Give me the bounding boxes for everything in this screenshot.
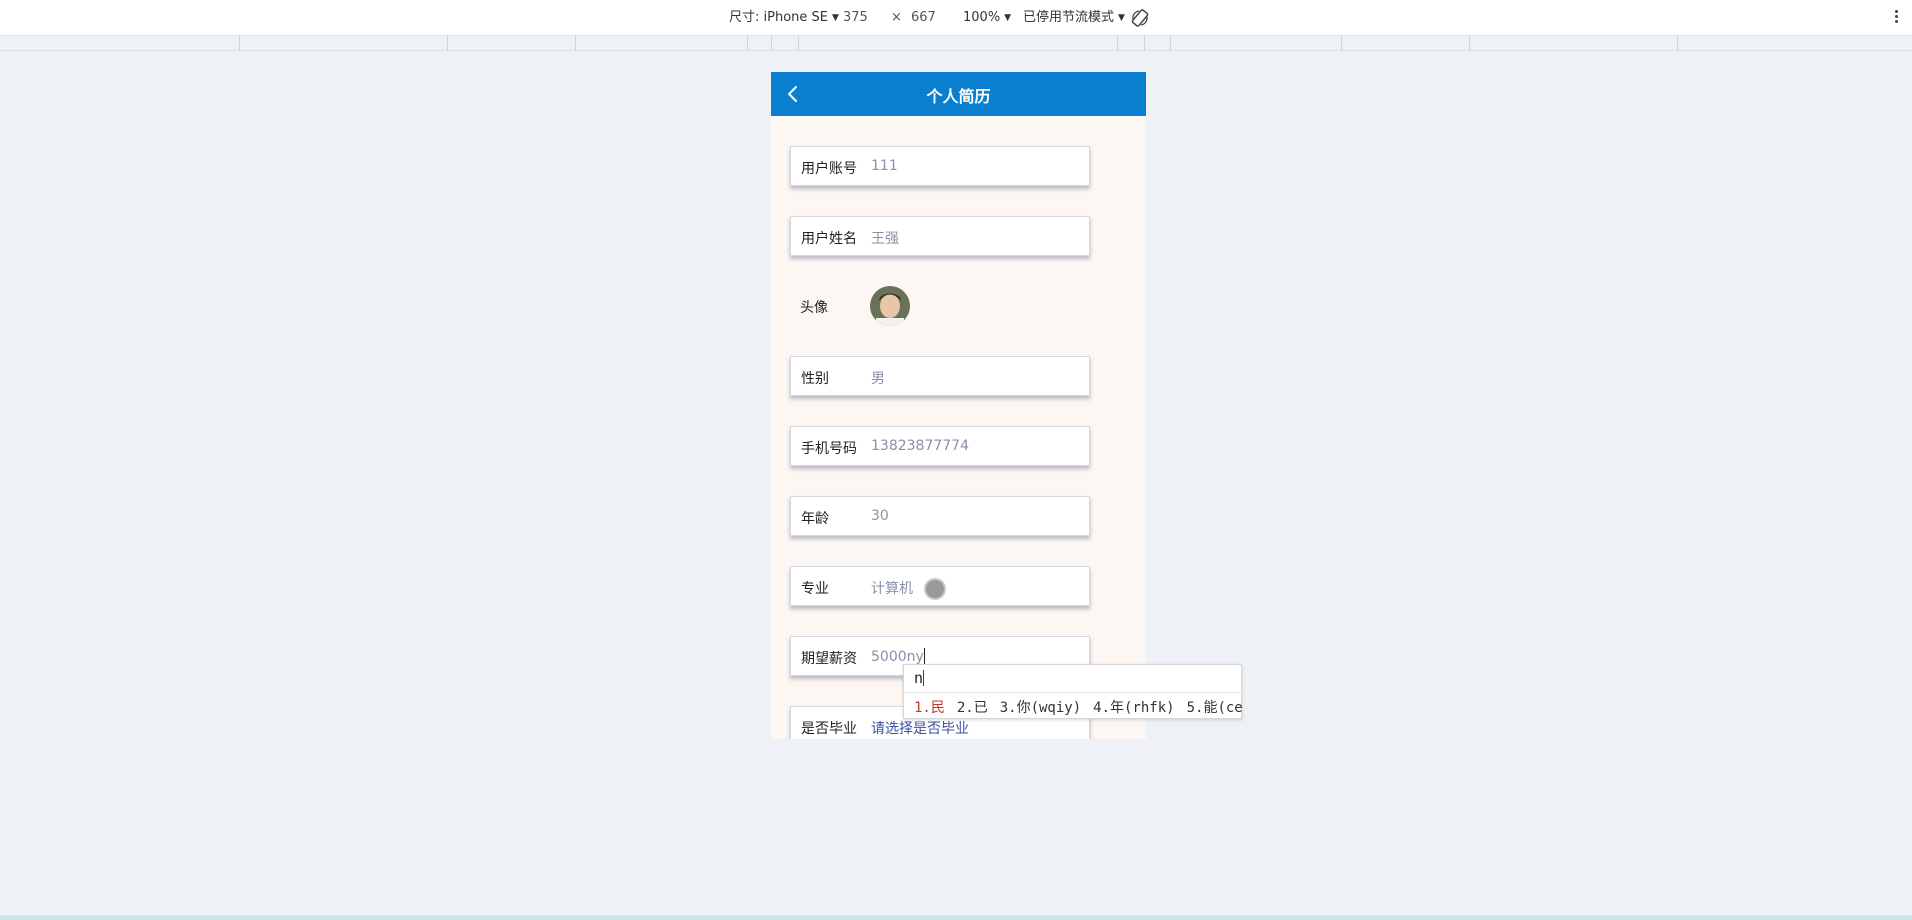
field-label: 用户姓名 bbox=[801, 231, 857, 247]
field-gender[interactable]: 性别 男 bbox=[790, 356, 1090, 396]
field-label: 专业 bbox=[801, 581, 829, 597]
field-label: 头像 bbox=[800, 300, 828, 316]
device-select[interactable]: 尺寸: iPhone SE ▼ bbox=[729, 9, 839, 27]
rotate-icon[interactable] bbox=[1130, 8, 1150, 28]
avatar[interactable] bbox=[870, 286, 910, 326]
nav-bar: 个人简历 bbox=[771, 72, 1146, 116]
field-name[interactable]: 用户姓名 王强 bbox=[790, 216, 1090, 256]
ime-candidate[interactable]: 4.年(rhfk) bbox=[1093, 700, 1174, 716]
divider bbox=[904, 692, 1243, 693]
ime-popup: n 1.民 2.已 3.你(wqiy) 4.年(rhfk) 5.能(ce bbox=[903, 664, 1243, 719]
field-label: 是否毕业 bbox=[801, 721, 857, 737]
page-title: 个人简历 bbox=[926, 87, 991, 106]
field-label: 期望薪资 bbox=[801, 651, 857, 667]
ime-candidate[interactable]: 3.你(wqiy) bbox=[1000, 700, 1081, 716]
name-input[interactable]: 王强 bbox=[871, 228, 899, 248]
ime-composition: n bbox=[914, 669, 925, 687]
ime-candidate[interactable]: 1.民 bbox=[914, 700, 945, 716]
field-label: 性别 bbox=[801, 371, 829, 387]
field-avatar: 头像 bbox=[790, 286, 1090, 326]
zoom-label: 100% bbox=[963, 10, 1001, 25]
ime-candidate[interactable]: 5.能(ce bbox=[1187, 700, 1243, 716]
device-size-label: 尺寸: iPhone SE bbox=[729, 10, 828, 25]
more-options-icon[interactable] bbox=[1893, 8, 1899, 28]
field-account[interactable]: 用户账号 111 bbox=[790, 146, 1090, 186]
ime-composition-text: n bbox=[914, 669, 924, 687]
media-query-bar[interactable] bbox=[0, 36, 1912, 51]
major-input[interactable]: 计算机 bbox=[871, 578, 913, 598]
text-caret bbox=[923, 648, 925, 664]
graduated-select[interactable]: 请选择是否毕业 bbox=[871, 718, 969, 738]
age-input[interactable]: 30 bbox=[871, 508, 889, 524]
device-viewport: 个人简历 用户账号 111 用户姓名 王强 头像 性别 男 手机号码 13823… bbox=[771, 72, 1146, 739]
times-sign: × bbox=[891, 10, 902, 25]
touch-cursor-icon bbox=[924, 578, 946, 600]
field-major[interactable]: 专业 计算机 bbox=[790, 566, 1090, 606]
gender-input[interactable]: 男 bbox=[871, 368, 885, 388]
throttle-select[interactable]: 已停用节流模式 ▼ bbox=[1023, 9, 1125, 27]
bottom-strip bbox=[0, 915, 1912, 920]
chevron-down-icon: ▼ bbox=[1118, 13, 1125, 23]
phone-input[interactable]: 13823877774 bbox=[871, 438, 969, 454]
ime-candidates: 1.民 2.已 3.你(wqiy) 4.年(rhfk) 5.能(ce bbox=[914, 697, 1255, 717]
zoom-select[interactable]: 100% ▼ bbox=[963, 9, 1011, 27]
account-input[interactable]: 111 bbox=[871, 158, 898, 174]
field-label: 手机号码 bbox=[801, 441, 857, 457]
field-label: 用户账号 bbox=[801, 161, 857, 177]
field-label: 年龄 bbox=[801, 511, 829, 527]
throttle-label: 已停用节流模式 bbox=[1023, 10, 1115, 25]
ime-cursor bbox=[923, 670, 925, 686]
field-age[interactable]: 年龄 30 bbox=[790, 496, 1090, 536]
device-toolbar: 尺寸: iPhone SE ▼ 375 × 667 100% ▼ 已停用节流模式 ▼ bbox=[0, 0, 1912, 36]
field-phone[interactable]: 手机号码 13823877774 bbox=[790, 426, 1090, 466]
chevron-down-icon: ▼ bbox=[1004, 13, 1012, 23]
width-input[interactable]: 375 bbox=[843, 9, 868, 27]
height-input[interactable]: 667 bbox=[911, 9, 936, 27]
salary-input[interactable]: 5000ny bbox=[871, 648, 925, 665]
ime-candidate[interactable]: 2.已 bbox=[957, 700, 988, 716]
salary-value: 5000ny bbox=[871, 649, 924, 665]
chevron-down-icon: ▼ bbox=[832, 13, 839, 23]
